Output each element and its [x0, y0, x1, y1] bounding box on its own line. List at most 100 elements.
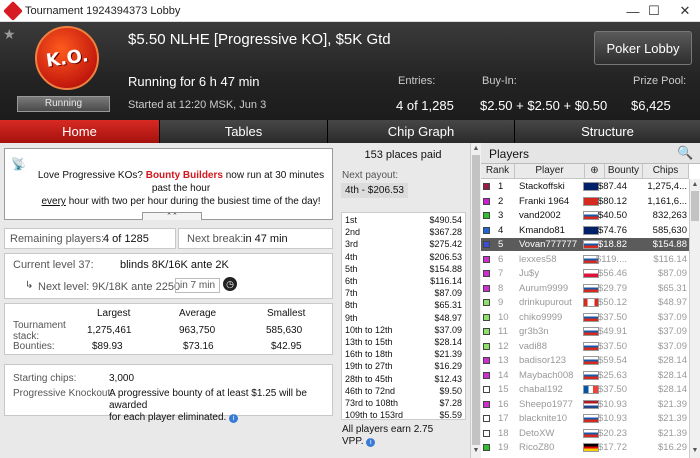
player-color-marker [483, 226, 490, 234]
collapse-promo-button[interactable]: ⌃⌃ [142, 212, 202, 220]
player-name: drinkupurout [519, 297, 572, 308]
player-bounty: $80.12 [597, 195, 627, 207]
player-bounty: $18.82 [597, 239, 627, 250]
player-row[interactable]: 18 DetoXW $20.23 $21.39 [481, 427, 689, 440]
payout-amount: $154.88 [429, 263, 462, 274]
payout-row: 19th to 27th $16.29 [342, 360, 465, 372]
pokerstars-logo-icon [3, 0, 23, 21]
maximize-button[interactable]: ☐ [639, 0, 669, 22]
knockout-badge-icon: K.O. [35, 26, 99, 90]
player-color-marker [483, 255, 490, 263]
close-button[interactable]: ✕ [670, 0, 700, 22]
player-bounty: $20.23 [597, 427, 627, 439]
player-row[interactable]: 9 drinkupurout $50.12 $48.97 [481, 296, 689, 309]
globe-icon: ⊕ [590, 165, 599, 176]
player-color-marker [483, 342, 490, 350]
player-bounty: $37.50 [597, 340, 627, 352]
player-row[interactable]: 5 Vovan777777 $18.82 $154.88 [481, 238, 689, 251]
next-break-box: Next break: in 47 min [178, 228, 333, 249]
ru-flag-icon [583, 240, 599, 249]
players-scroll-up-icon[interactable]: ▲ [690, 181, 700, 188]
player-bounty: $37.50 [597, 311, 627, 323]
col-bounty[interactable]: Bounty [605, 164, 643, 179]
player-chips: $65.31 [657, 282, 687, 294]
ru-flag-icon [583, 211, 599, 220]
col-country[interactable]: ⊕ [585, 164, 605, 179]
player-row[interactable]: 14 Maybach008 $25.63 $28.14 [481, 369, 689, 382]
stack-header-largest: Largest [97, 308, 131, 319]
vpp-info-icon[interactable]: i [366, 438, 376, 447]
promo-highlight[interactable]: Bounty Builders [146, 170, 223, 181]
player-bounty: $17.72 [597, 442, 627, 453]
tab-chip-graph[interactable]: Chip Graph [328, 120, 515, 143]
player-row[interactable]: 7 Ju$y $56.46 $87.09 [481, 267, 689, 280]
player-row[interactable]: 10 chiko9999 $37.50 $37.09 [481, 311, 689, 324]
player-row[interactable]: 4 Kmando81 $74.76 585,630 [481, 224, 689, 237]
starting-chips-label: Starting chips: [13, 373, 77, 384]
payout-place: 19th to 27th [345, 361, 393, 372]
tab-tables[interactable]: Tables [160, 120, 328, 143]
player-name: gr3b3n [519, 326, 549, 337]
player-rank: 14 [498, 369, 509, 381]
player-row[interactable]: 17 blacknite10 $10.93 $21.39 [481, 412, 689, 425]
payouts-scrollbar[interactable]: ▲ ▼ [470, 143, 481, 458]
players-scroll-thumb[interactable] [691, 191, 699, 221]
start-time: Started at 12:20 MSK, Jun 3 [128, 99, 267, 111]
player-row[interactable]: 3 vand2002 $40.50 832,263 [481, 209, 689, 222]
player-bounty: $37.50 [597, 384, 627, 395]
poker-lobby-button[interactable]: Poker Lobby [594, 31, 692, 65]
player-chips: $28.14 [657, 384, 687, 395]
player-bounty: $74.76 [597, 224, 627, 236]
player-row[interactable]: 12 vadi88 $37.50 $37.09 [481, 340, 689, 353]
search-icon[interactable]: 🔍 [677, 145, 693, 161]
payout-amount: $9.50 [439, 385, 462, 396]
payout-row: 4th $206.53 [342, 251, 465, 263]
payout-row: 9th $48.97 [342, 312, 465, 324]
player-row[interactable]: 11 gr3b3n $49.91 $37.09 [481, 325, 689, 338]
au-flag-icon [583, 182, 599, 191]
ko-badge-text: K.O. [44, 44, 90, 72]
players-scrollbar[interactable]: ▲ ▼ [689, 179, 700, 458]
tab-structure[interactable]: Structure [515, 120, 700, 143]
player-color-marker [483, 386, 490, 393]
player-row[interactable]: 1 Stackoffski $87.44 1,275,4... [481, 180, 689, 193]
info-icon[interactable]: i [229, 414, 239, 423]
player-color-marker [483, 415, 490, 422]
payout-row: 1st $490.54 [342, 214, 465, 226]
player-row[interactable]: 8 Aurum9999 $29.79 $65.31 [481, 282, 689, 295]
prizepool-value: $6,425 [631, 98, 671, 113]
blind-level-box: Current level 37: blinds 8K/16K ante 2K … [4, 253, 333, 299]
col-chips[interactable]: Chips [643, 164, 689, 179]
player-row[interactable]: 2 Franki 1964 $80.12 1,161,6... [481, 195, 689, 208]
tab-home[interactable]: Home [0, 120, 160, 143]
player-row[interactable]: 19 RicoZ80 $17.72 $16.29 [481, 441, 689, 454]
payout-row: 3rd $275.42 [342, 238, 465, 250]
col-rank[interactable]: Rank [481, 164, 515, 179]
col-player[interactable]: Player [515, 164, 585, 179]
scroll-down-icon[interactable]: ▼ [471, 447, 481, 454]
entries-value: 4 of 1,285 [396, 98, 454, 113]
player-row[interactable]: 13 badisor123 $59.54 $28.14 [481, 354, 689, 367]
favorite-star-icon[interactable]: ★ [3, 26, 16, 43]
payout-row: 109th to 153rd $5.59 [342, 409, 465, 421]
player-rank: 13 [498, 355, 509, 366]
payout-amount: $7.28 [439, 398, 462, 408]
au-flag-icon [583, 225, 599, 235]
payout-place: 3rd [345, 239, 359, 250]
payout-place: 73rd to 108th [345, 398, 399, 408]
nl-flag-icon [583, 399, 599, 409]
payout-row: 16th to 18th $21.39 [342, 348, 465, 360]
payouts-scroll-thumb[interactable] [472, 155, 480, 445]
player-row[interactable]: 15 chabal192 $37.50 $28.14 [481, 383, 689, 396]
player-row[interactable]: 6 lexxes58 $119.... $116.14 [481, 253, 689, 266]
payout-amount: $48.97 [434, 312, 462, 323]
players-scroll-down-icon[interactable]: ▼ [690, 447, 700, 454]
player-name: badisor123 [519, 355, 567, 366]
payout-place: 28th to 45th [345, 373, 393, 384]
payout-place: 7th [345, 288, 358, 299]
player-name: Vovan777777 [519, 239, 578, 250]
scroll-up-icon[interactable]: ▲ [471, 145, 481, 152]
pko-description: A progressive bounty of at least $1.25 w… [109, 388, 331, 424]
player-row[interactable]: 16 Sheepo1977 $10.93 $21.39 [481, 398, 689, 411]
player-chips: 1,161,6... [647, 195, 687, 207]
